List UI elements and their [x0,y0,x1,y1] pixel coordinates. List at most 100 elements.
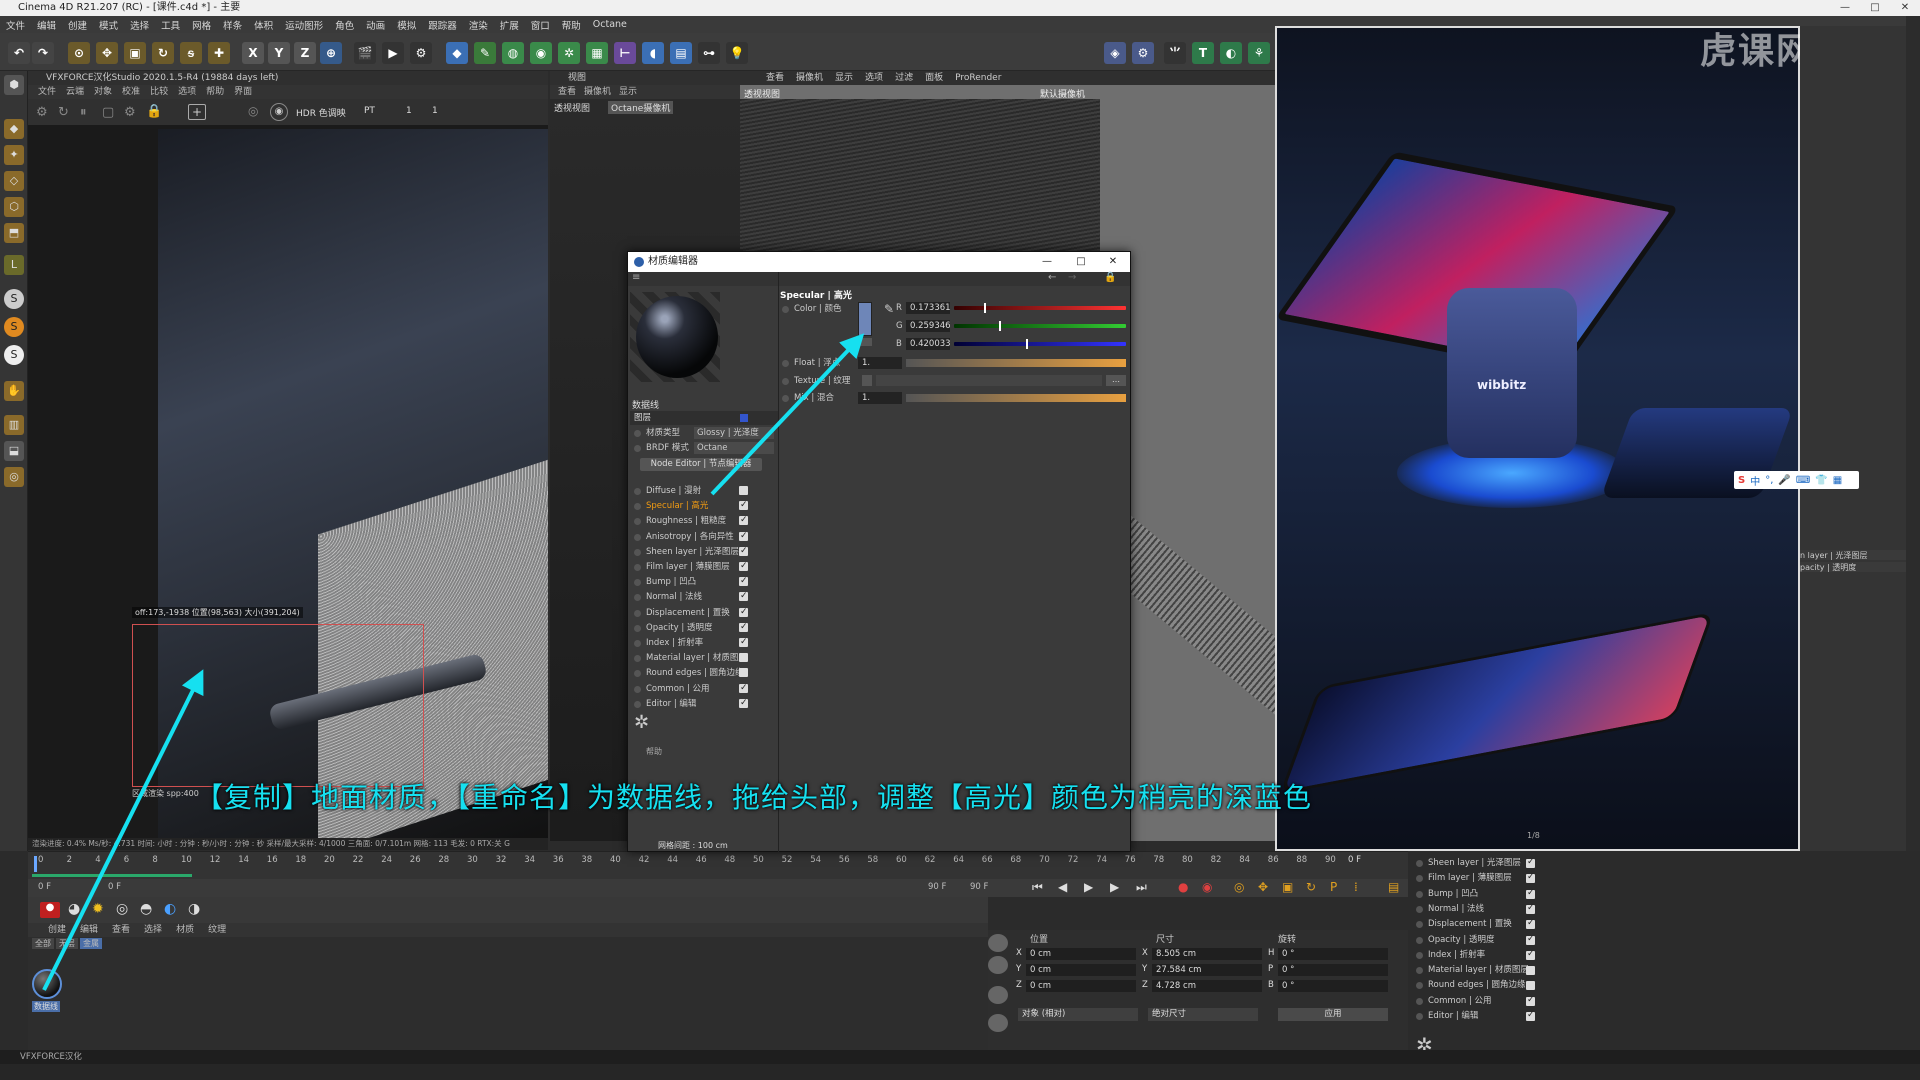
position-field[interactable]: 0 cm [1026,980,1136,992]
octane-material-icon[interactable]: ◕ [68,901,80,917]
soft-selection-icon[interactable]: S [4,317,24,337]
side-layer-checkbox[interactable] [1526,994,1535,1007]
preview-start-frame[interactable]: 0 F [108,882,121,892]
pv-menu-panel[interactable]: 面板 [925,71,943,85]
red-slider[interactable] [954,306,1126,310]
menu-spline[interactable]: 样条 [223,18,242,32]
side-layer-checkbox[interactable] [1526,871,1535,884]
channel-checkbox[interactable] [739,668,748,678]
right-panel-row-1[interactable]: n layer | 光泽图层 [1800,550,1906,560]
apply-button[interactable]: 应用 [1278,1008,1388,1021]
maximize-button[interactable]: □ [1860,0,1890,16]
channel-checkbox[interactable] [739,544,748,558]
pv-menu-display[interactable]: 显示 [835,71,853,85]
channel-checkbox[interactable] [739,486,748,495]
end-frame[interactable]: 90 F [970,882,988,892]
texture-icon[interactable] [988,1014,1008,1032]
timeline-window-icon[interactable]: ▤ [1388,880,1399,894]
timeline-ruler[interactable]: 0 2 4 6 8 10 12 14 16 18 20 22 24 26 28 30 32 34 36 38 40 42 4… [28,851,1408,879]
texture-slot[interactable] [876,375,1102,386]
channel-checkbox[interactable] [739,559,748,573]
rotation-field[interactable]: 0 ° [1278,964,1388,976]
channel-checkbox[interactable] [739,498,748,512]
menu-window[interactable]: 窗口 [531,18,550,32]
paint-icon[interactable]: ◎ [4,467,24,487]
ime-chinese-label[interactable]: 中 [1750,473,1760,488]
menu-help[interactable]: 帮助 [562,18,581,32]
channel-checkbox[interactable] [739,529,748,543]
side-layer-row[interactable]: Normal | 法线 [1414,902,1539,916]
axis-z-button[interactable]: Z [294,42,316,64]
octane-hdri-icon[interactable]: ◎ [116,901,128,917]
material-preview[interactable] [630,292,720,382]
send-scene-icon[interactable]: ⚙ [36,105,48,120]
channel-checkbox[interactable] [739,696,748,710]
size-mode-select[interactable]: 绝对尺寸 [1148,1008,1258,1021]
restart-render-icon[interactable]: ↻ [58,105,69,120]
pen-icon[interactable]: ✎ [474,42,496,64]
channel-row[interactable]: Sheen layer | 光泽图层 [632,544,752,559]
model-icon[interactable] [988,934,1008,952]
side-layer-row[interactable]: Displacement | 置换 [1414,917,1539,931]
rotation-field[interactable]: 0 ° [1278,980,1388,992]
channel-checkbox[interactable] [739,620,748,634]
mm-menu-material[interactable]: 材质 [176,923,194,937]
channel-checkbox[interactable] [739,605,748,619]
subdivision-icon[interactable]: ◍ [502,42,524,64]
float-field[interactable]: 1. [858,357,902,369]
side-layer-row[interactable]: Bump | 凹凸 [1414,887,1539,901]
field-icon[interactable]: ▦ [586,42,608,64]
side-layer-row[interactable]: Film layer | 薄膜图层 [1414,871,1539,885]
brdf-select[interactable]: Octane [694,442,774,454]
menu-file[interactable]: 文件 [6,18,25,32]
recent-tool-icon[interactable]: ᵴ [180,42,202,64]
lock-editor-icon[interactable]: 🔒 [1104,272,1116,283]
octane-object-icon[interactable]: ⚘ [1248,42,1270,64]
record-keys-icon[interactable]: ● [1178,880,1188,894]
field-1[interactable]: 1 [406,106,412,116]
mv-menu-view[interactable]: 查看 [558,85,576,99]
octane-mix-icon[interactable]: ◑ [188,901,200,917]
mm-menu-texture[interactable]: 纹理 [208,923,226,937]
menu-octane[interactable]: Octane [593,19,627,30]
layer-tab[interactable]: 图层 [630,411,778,425]
lock-workplane-icon[interactable]: ⬓ [4,441,24,461]
me-close-button[interactable]: ✕ [1096,252,1130,272]
channel-checkbox[interactable] [739,681,748,695]
texture-browse-button[interactable]: … [1106,375,1126,386]
goto-start-icon[interactable]: ⏮ [1032,880,1043,895]
channel-row[interactable]: Roughness | 粗糙度 [632,513,752,528]
channel-row[interactable]: Common | 公用 [632,681,752,696]
octane-text-icon[interactable]: T [1192,42,1214,64]
menu-volume[interactable]: 体积 [254,18,273,32]
blue-slider-knob[interactable] [1026,339,1029,349]
key-position-icon[interactable]: ✥ [1258,880,1268,894]
minimize-button[interactable]: — [1830,0,1860,16]
channel-row[interactable]: Film layer | 薄膜图层 [632,559,752,574]
channel-row[interactable]: Opacity | 透明度 [632,620,752,635]
sphere-icon[interactable] [988,956,1008,974]
size-field[interactable]: 27.584 cm [1152,964,1262,976]
rotation-field[interactable]: 0 ° [1278,948,1388,960]
octane-grass-icon[interactable]: ⺌ [1164,42,1186,64]
lv-menu-cloud[interactable]: 云端 [66,85,84,99]
mm-menu-edit[interactable]: 编辑 [80,923,98,937]
pick-focus-icon[interactable]: ◎ [248,104,258,118]
hdr-tonemap-select[interactable]: HDR 色调映 [296,106,346,119]
menu-extensions[interactable]: 扩展 [500,18,519,32]
menu-render[interactable]: 渲染 [469,18,488,32]
record-render-icon[interactable]: ● [40,902,60,918]
move-icon[interactable]: ✥ [96,42,118,64]
lv-menu-compare[interactable]: 比较 [150,85,168,99]
coordinate-system-icon[interactable]: ⊕ [320,42,342,64]
channel-row[interactable]: Material layer | 材质图层 [632,651,752,665]
octane-light-icon[interactable]: ◐ [1220,42,1242,64]
play-icon[interactable]: ▶ [1084,880,1093,894]
channel-checkbox[interactable] [739,513,748,527]
coordinate-mode-select[interactable]: 对象 (相对) [1018,1008,1138,1021]
close-button[interactable]: ✕ [1890,0,1920,16]
lv-menu-calibrate[interactable]: 校准 [122,85,140,99]
clay-mode-icon[interactable]: ◉ [270,103,288,121]
ime-skin-icon[interactable]: 👕 [1815,475,1827,486]
pv-menu-view[interactable]: 查看 [766,71,784,85]
